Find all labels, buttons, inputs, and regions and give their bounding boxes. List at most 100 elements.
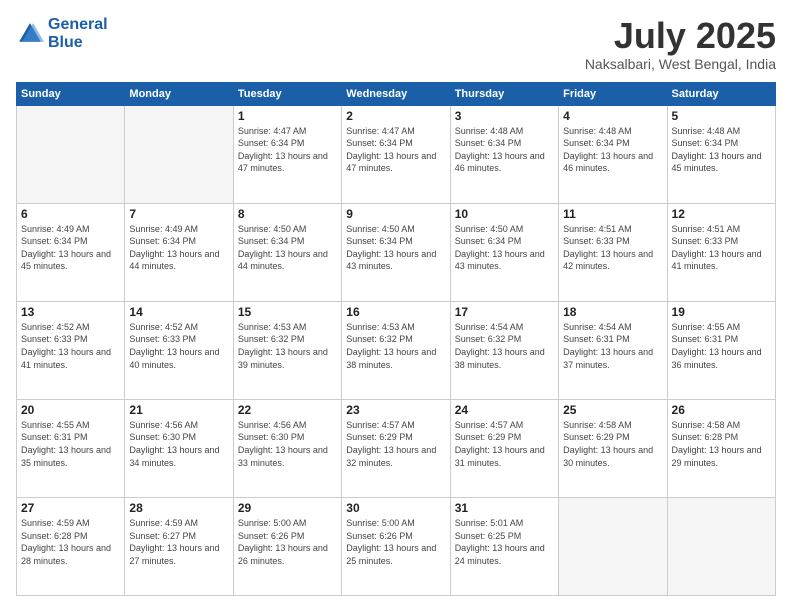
day-number: 7 bbox=[129, 207, 228, 221]
day-info: Sunrise: 4:50 AM Sunset: 6:34 PM Dayligh… bbox=[238, 223, 337, 273]
calendar-cell: 3Sunrise: 4:48 AM Sunset: 6:34 PM Daylig… bbox=[450, 105, 558, 203]
day-number: 21 bbox=[129, 403, 228, 417]
day-number: 23 bbox=[346, 403, 445, 417]
calendar-cell bbox=[125, 105, 233, 203]
calendar-row-2: 13 Sunrise: 4:52 AM Sunset: 6:33 PM Dayli… bbox=[17, 301, 776, 399]
calendar-header-row: SundayMondayTuesdayWednesdayThursdayFrid… bbox=[17, 82, 776, 105]
day-info: Sunrise: 4:47 AM Sunset: 6:34 PM Dayligh… bbox=[346, 125, 445, 175]
calendar-cell: 30 Sunrise: 5:00 AM Sunset: 6:26 PM Dayli… bbox=[342, 497, 450, 595]
calendar-cell bbox=[667, 497, 775, 595]
calendar-cell: 11 Sunrise: 4:51 AM Sunset: 6:33 PM Dayli… bbox=[559, 203, 667, 301]
calendar-cell: 18Sunrise: 4:54 AM Sunset: 6:31 PM Dayli… bbox=[559, 301, 667, 399]
calendar-header-thursday: Thursday bbox=[450, 82, 558, 105]
day-info: Sunrise: 4:57 AM Sunset: 6:29 PM Dayligh… bbox=[455, 419, 554, 469]
day-info: Sunrise: 4:59 AM Sunset: 6:27 PM Dayligh… bbox=[129, 517, 228, 567]
day-number: 13 bbox=[21, 305, 120, 319]
calendar-table: SundayMondayTuesdayWednesdayThursdayFrid… bbox=[16, 82, 776, 596]
logo-general: General bbox=[48, 16, 108, 33]
day-number: 28 bbox=[129, 501, 228, 515]
day-number: 10 bbox=[455, 207, 554, 221]
logo-icon bbox=[16, 20, 44, 48]
day-number: 26 bbox=[672, 403, 771, 417]
logo: General Blue bbox=[16, 16, 108, 51]
calendar-cell: 24 Sunrise: 4:57 AM Sunset: 6:29 PM Dayli… bbox=[450, 399, 558, 497]
calendar-cell: 2Sunrise: 4:47 AM Sunset: 6:34 PM Daylig… bbox=[342, 105, 450, 203]
day-number: 31 bbox=[455, 501, 554, 515]
day-number: 4 bbox=[563, 109, 662, 123]
day-info: Sunrise: 4:51 AM Sunset: 6:33 PM Dayligh… bbox=[563, 223, 662, 273]
day-number: 20 bbox=[21, 403, 120, 417]
day-info: Sunrise: 4:54 AM Sunset: 6:31 PM Dayligh… bbox=[563, 321, 662, 371]
calendar-cell: 14 Sunrise: 4:52 AM Sunset: 6:33 PM Dayli… bbox=[125, 301, 233, 399]
calendar-cell: 6Sunrise: 4:49 AM Sunset: 6:34 PM Daylig… bbox=[17, 203, 125, 301]
logo-text: General Blue bbox=[48, 16, 108, 51]
day-number: 19 bbox=[672, 305, 771, 319]
calendar-cell: 25 Sunrise: 4:58 AM Sunset: 6:29 PM Dayli… bbox=[559, 399, 667, 497]
header: General Blue July 2025 Naksalbari, West … bbox=[16, 16, 776, 72]
logo-blue: Blue bbox=[48, 34, 83, 51]
day-number: 27 bbox=[21, 501, 120, 515]
calendar-cell: 26Sunrise: 4:58 AM Sunset: 6:28 PM Dayli… bbox=[667, 399, 775, 497]
calendar-cell: 27 Sunrise: 4:59 AM Sunset: 6:28 PM Dayli… bbox=[17, 497, 125, 595]
day-number: 16 bbox=[346, 305, 445, 319]
day-number: 29 bbox=[238, 501, 337, 515]
day-info: Sunrise: 4:47 AM Sunset: 6:34 PM Dayligh… bbox=[238, 125, 337, 175]
calendar-header-saturday: Saturday bbox=[667, 82, 775, 105]
calendar-cell: 1 Sunrise: 4:47 AM Sunset: 6:34 PM Daylig… bbox=[233, 105, 341, 203]
calendar-cell: 22 Sunrise: 4:56 AM Sunset: 6:30 PM Dayli… bbox=[233, 399, 341, 497]
calendar-cell: 16 Sunrise: 4:53 AM Sunset: 6:32 PM Dayli… bbox=[342, 301, 450, 399]
day-number: 17 bbox=[455, 305, 554, 319]
day-number: 14 bbox=[129, 305, 228, 319]
day-number: 5 bbox=[672, 109, 771, 123]
day-info: Sunrise: 4:55 AM Sunset: 6:31 PM Dayligh… bbox=[672, 321, 771, 371]
day-info: Sunrise: 4:54 AM Sunset: 6:32 PM Dayligh… bbox=[455, 321, 554, 371]
day-info: Sunrise: 4:50 AM Sunset: 6:34 PM Dayligh… bbox=[455, 223, 554, 273]
day-info: Sunrise: 4:53 AM Sunset: 6:32 PM Dayligh… bbox=[346, 321, 445, 371]
day-info: Sunrise: 4:48 AM Sunset: 6:34 PM Dayligh… bbox=[563, 125, 662, 175]
day-info: Sunrise: 4:50 AM Sunset: 6:34 PM Dayligh… bbox=[346, 223, 445, 273]
day-number: 1 bbox=[238, 109, 337, 123]
calendar-row-1: 6Sunrise: 4:49 AM Sunset: 6:34 PM Daylig… bbox=[17, 203, 776, 301]
day-info: Sunrise: 4:48 AM Sunset: 6:34 PM Dayligh… bbox=[455, 125, 554, 175]
day-info: Sunrise: 4:59 AM Sunset: 6:28 PM Dayligh… bbox=[21, 517, 120, 567]
main-title: July 2025 bbox=[585, 16, 776, 56]
calendar-cell: 19 Sunrise: 4:55 AM Sunset: 6:31 PM Dayli… bbox=[667, 301, 775, 399]
page: General Blue July 2025 Naksalbari, West … bbox=[0, 0, 792, 612]
calendar-cell: 12 Sunrise: 4:51 AM Sunset: 6:33 PM Dayli… bbox=[667, 203, 775, 301]
day-info: Sunrise: 4:51 AM Sunset: 6:33 PM Dayligh… bbox=[672, 223, 771, 273]
calendar-cell: 10 Sunrise: 4:50 AM Sunset: 6:34 PM Dayli… bbox=[450, 203, 558, 301]
calendar-header-sunday: Sunday bbox=[17, 82, 125, 105]
day-number: 24 bbox=[455, 403, 554, 417]
day-number: 22 bbox=[238, 403, 337, 417]
day-info: Sunrise: 4:57 AM Sunset: 6:29 PM Dayligh… bbox=[346, 419, 445, 469]
calendar-header-tuesday: Tuesday bbox=[233, 82, 341, 105]
day-number: 8 bbox=[238, 207, 337, 221]
day-info: Sunrise: 4:52 AM Sunset: 6:33 PM Dayligh… bbox=[129, 321, 228, 371]
calendar-row-4: 27 Sunrise: 4:59 AM Sunset: 6:28 PM Dayli… bbox=[17, 497, 776, 595]
day-number: 15 bbox=[238, 305, 337, 319]
day-info: Sunrise: 4:55 AM Sunset: 6:31 PM Dayligh… bbox=[21, 419, 120, 469]
calendar-cell bbox=[17, 105, 125, 203]
calendar-header-monday: Monday bbox=[125, 82, 233, 105]
day-info: Sunrise: 4:49 AM Sunset: 6:34 PM Dayligh… bbox=[129, 223, 228, 273]
day-number: 30 bbox=[346, 501, 445, 515]
day-info: Sunrise: 4:58 AM Sunset: 6:29 PM Dayligh… bbox=[563, 419, 662, 469]
calendar-cell: 31 Sunrise: 5:01 AM Sunset: 6:25 PM Dayli… bbox=[450, 497, 558, 595]
day-info: Sunrise: 5:00 AM Sunset: 6:26 PM Dayligh… bbox=[346, 517, 445, 567]
calendar-cell: 23 Sunrise: 4:57 AM Sunset: 6:29 PM Dayli… bbox=[342, 399, 450, 497]
day-number: 11 bbox=[563, 207, 662, 221]
day-info: Sunrise: 4:48 AM Sunset: 6:34 PM Dayligh… bbox=[672, 125, 771, 175]
day-info: Sunrise: 4:53 AM Sunset: 6:32 PM Dayligh… bbox=[238, 321, 337, 371]
calendar-cell: 17 Sunrise: 4:54 AM Sunset: 6:32 PM Dayli… bbox=[450, 301, 558, 399]
day-info: Sunrise: 5:01 AM Sunset: 6:25 PM Dayligh… bbox=[455, 517, 554, 567]
calendar-cell: 4 Sunrise: 4:48 AM Sunset: 6:34 PM Daylig… bbox=[559, 105, 667, 203]
calendar-cell: 13Sunrise: 4:52 AM Sunset: 6:33 PM Dayli… bbox=[17, 301, 125, 399]
day-number: 25 bbox=[563, 403, 662, 417]
calendar-cell: 8 Sunrise: 4:50 AM Sunset: 6:34 PM Daylig… bbox=[233, 203, 341, 301]
day-number: 12 bbox=[672, 207, 771, 221]
calendar-header-friday: Friday bbox=[559, 82, 667, 105]
calendar-cell: 20 Sunrise: 4:55 AM Sunset: 6:31 PM Dayli… bbox=[17, 399, 125, 497]
day-info: Sunrise: 4:56 AM Sunset: 6:30 PM Dayligh… bbox=[238, 419, 337, 469]
calendar-cell: 28 Sunrise: 4:59 AM Sunset: 6:27 PM Dayli… bbox=[125, 497, 233, 595]
calendar-cell: 7 Sunrise: 4:49 AM Sunset: 6:34 PM Daylig… bbox=[125, 203, 233, 301]
